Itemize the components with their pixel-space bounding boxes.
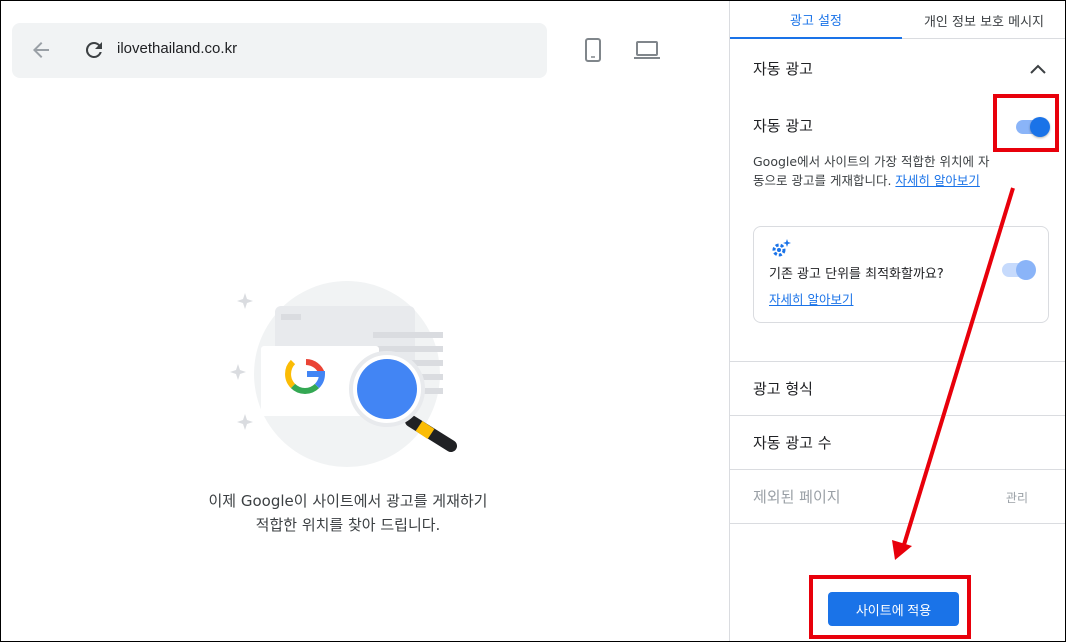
ad-settings-panel: 광고 설정 개인 정보 보호 메시지 자동 광고 자동 광고 Google에서 …: [729, 1, 1066, 641]
auto-ads-section-title[interactable]: 자동 광고: [753, 58, 813, 79]
ad-load-label: 자동 광고 수: [753, 434, 832, 452]
reload-icon[interactable]: [82, 38, 106, 62]
gear-sparkle-icon: [770, 237, 792, 259]
mobile-device-icon[interactable]: [579, 36, 607, 64]
google-search-illustration: [223, 276, 473, 476]
optimize-question: 기존 광고 단위를 최적화할까요?: [769, 267, 944, 282]
ad-formats-row[interactable]: 광고 형식: [730, 361, 1066, 415]
back-arrow-icon[interactable]: [29, 38, 53, 62]
hint-line-2: 적합한 위치를 찾아 드립니다.: [255, 516, 441, 534]
desktop-device-icon[interactable]: [633, 36, 661, 64]
apply-to-site-button[interactable]: 사이트에 적용: [828, 592, 959, 626]
section-divider: [730, 523, 1066, 524]
excluded-pages-label: 제외된 페이지: [753, 488, 841, 506]
ad-formats-label: 광고 형식: [753, 380, 813, 398]
optimize-learn-more-link[interactable]: 자세히 알아보기: [769, 289, 853, 308]
manage-excluded-pages-link: 관리: [1005, 491, 1028, 505]
chevron-up-icon[interactable]: [1028, 60, 1048, 80]
tab-ad-settings[interactable]: 광고 설정: [730, 1, 902, 39]
optimize-units-toggle[interactable]: [1000, 260, 1036, 280]
site-preview-pane: ilovethailand.co.kr 이제 Google이 사이트에서 광고를…: [1, 1, 729, 641]
toggle-knob: [1030, 117, 1050, 137]
auto-ads-label: 자동 광고: [753, 117, 813, 135]
tab-privacy-messages[interactable]: 개인 정보 보호 메시지: [902, 1, 1066, 39]
auto-ads-toggle[interactable]: [1014, 117, 1050, 137]
preview-url-bar: ilovethailand.co.kr: [12, 23, 547, 78]
hint-line-1: 이제 Google이 사이트에서 광고를 게재하기: [208, 492, 488, 510]
preview-hint: 이제 Google이 사이트에서 광고를 게재하기 적합한 위치를 찾아 드립니…: [151, 489, 545, 537]
toggle-knob: [1016, 260, 1036, 280]
auto-ads-learn-more-link[interactable]: 자세히 알아보기: [895, 173, 979, 188]
ad-load-row[interactable]: 자동 광고 수: [730, 415, 1066, 469]
preview-url-text: ilovethailand.co.kr: [117, 40, 238, 57]
excluded-pages-row: 제외된 페이지 관리: [730, 469, 1066, 523]
auto-ads-description: Google에서 사이트의 가장 적합한 위치에 자동으로 광고를 게재합니다.…: [753, 152, 993, 190]
panel-tabs: 광고 설정 개인 정보 보호 메시지: [730, 1, 1066, 39]
